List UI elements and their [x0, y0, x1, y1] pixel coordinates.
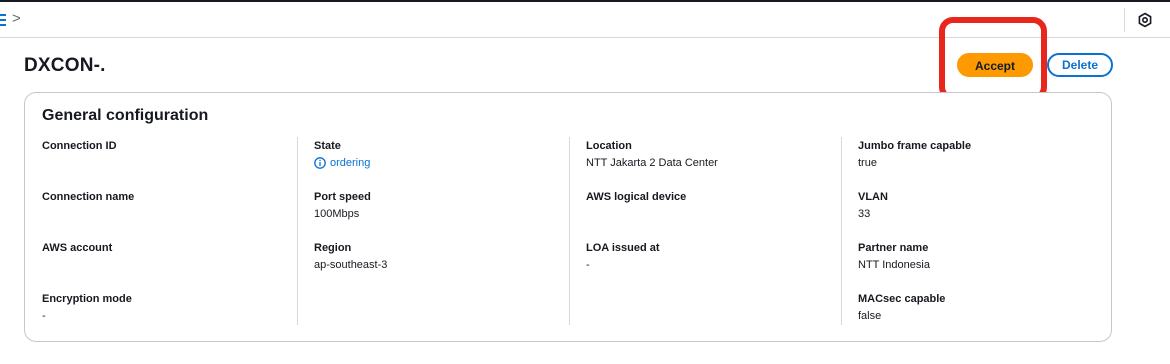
status-text: ordering — [330, 157, 371, 169]
config-column-1: Connection ID Connection name AWS accoun… — [42, 137, 292, 325]
page-title: DXCON-. — [24, 55, 106, 76]
column-divider — [841, 137, 842, 325]
field-label: Connection name — [42, 191, 135, 203]
field-label: MACsec capable — [858, 293, 946, 305]
config-column-2: State ordering Port speed 100Mbps Region… — [314, 137, 564, 325]
field-value: 33 — [858, 208, 871, 220]
info-icon — [314, 157, 326, 169]
column-divider — [297, 137, 298, 325]
field-label: AWS account — [42, 242, 113, 254]
field-label: VLAN — [858, 191, 888, 203]
field-label: Encryption mode — [42, 293, 132, 305]
field-loa-issued-at: LOA issued at - — [586, 241, 836, 272]
field-label: Port speed — [314, 191, 371, 203]
field-label: Jumbo frame capable — [858, 140, 972, 152]
field-region: Region ap-southeast-3 — [314, 241, 564, 272]
field-value: - — [42, 310, 46, 322]
general-configuration-panel: General configuration Connection ID Conn… — [24, 92, 1112, 342]
breadcrumb-separator: > — [12, 10, 21, 27]
field-value: NTT Indonesia — [858, 259, 930, 271]
field-label: Region — [314, 242, 352, 254]
config-column-3: Location NTT Jakarta 2 Data Center AWS l… — [586, 137, 836, 325]
field-connection-id: Connection ID — [42, 139, 292, 156]
field-label: Location — [586, 140, 632, 152]
column-divider — [569, 137, 570, 325]
field-label: LOA issued at — [586, 242, 660, 254]
menu-icon[interactable] — [0, 14, 6, 26]
panel-title: General configuration — [42, 107, 209, 124]
field-value: NTT Jakarta 2 Data Center — [586, 157, 718, 169]
settings-icon[interactable] — [1137, 12, 1153, 28]
field-aws-account: AWS account — [42, 241, 292, 258]
field-partner-name: Partner name NTT Indonesia — [858, 241, 1108, 272]
field-connection-name: Connection name — [42, 190, 292, 207]
field-state: State ordering — [314, 139, 564, 170]
field-value: 100Mbps — [314, 208, 360, 220]
field-label: State — [314, 140, 341, 152]
field-value: - — [586, 259, 590, 271]
field-encryption-mode: Encryption mode - — [42, 292, 292, 323]
topbar-divider — [1124, 8, 1125, 32]
field-value: ap-southeast-3 — [314, 259, 388, 271]
field-label: Connection ID — [42, 140, 117, 152]
field-jumbo-frame-capable: Jumbo frame capable true — [858, 139, 1108, 170]
field-label: Partner name — [858, 242, 929, 254]
field-port-speed: Port speed 100Mbps — [314, 190, 564, 221]
highlight-annotation — [939, 17, 1047, 101]
field-location: Location NTT Jakarta 2 Data Center — [586, 139, 836, 170]
field-value: false — [858, 310, 882, 322]
config-column-4: Jumbo frame capable true VLAN 33 Partner… — [858, 137, 1108, 325]
field-label: AWS logical device — [586, 191, 687, 203]
field-vlan: VLAN 33 — [858, 190, 1108, 221]
field-aws-logical-device: AWS logical device — [586, 190, 836, 207]
status-indicator: ordering — [314, 156, 564, 170]
delete-button[interactable]: Delete — [1047, 53, 1113, 77]
field-value: true — [858, 157, 877, 169]
field-macsec-capable: MACsec capable false — [858, 292, 1108, 323]
